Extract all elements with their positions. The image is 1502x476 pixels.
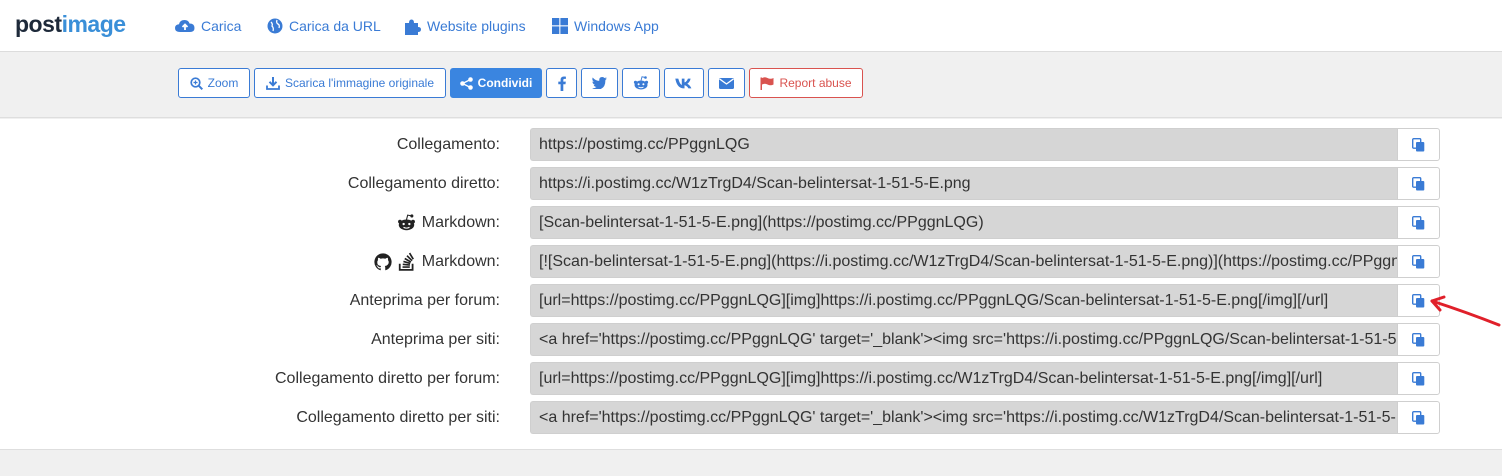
reddit-icon (397, 214, 415, 231)
cloud-upload-icon (175, 20, 195, 32)
copy-button[interactable] (1397, 245, 1440, 278)
link-row-diretto-forum: Collegamento diretto per forum: [url=htt… (0, 362, 1502, 395)
download-original-label: Scarica l'immagine originale (284, 76, 435, 90)
copy-button[interactable] (1397, 401, 1440, 434)
postimage-logo[interactable]: postimage (15, 11, 126, 38)
link-field[interactable]: https://i.postimg.cc/W1zTrgD4/Scan-belin… (530, 167, 1397, 200)
link-row-label: Collegamento diretto: (347, 174, 500, 192)
nav-upload-url[interactable]: Carica da URL (267, 16, 381, 36)
copy-button[interactable] (1397, 167, 1440, 200)
link-row-label: Collegamento: (396, 135, 500, 153)
link-row-label: Anteprima per siti: (371, 330, 500, 348)
zoom-icon (190, 76, 203, 90)
globe-icon (267, 18, 283, 34)
share-button[interactable]: Condividi (450, 68, 542, 98)
envelope-icon (719, 77, 734, 89)
link-field[interactable]: [url=https://postimg.cc/PPggnLQG][img]ht… (530, 284, 1397, 317)
download-icon (266, 77, 280, 90)
github-icon (374, 252, 392, 270)
facebook-icon (557, 76, 566, 91)
copy-icon (1412, 215, 1425, 229)
nav-upload[interactable]: Carica (175, 16, 241, 36)
share-button-label: Condividi (477, 76, 533, 90)
zoom-button-label: Zoom (207, 76, 239, 90)
link-field[interactable]: <a href='https://postimg.cc/PPggnLQG' ta… (530, 401, 1397, 434)
download-original-button[interactable]: Scarica l'immagine originale (254, 68, 446, 98)
flag-icon (760, 76, 774, 90)
link-row-label: Markdown: (397, 206, 500, 239)
link-row-markdown-reddit: Markdown: [Scan-belintersat-1-51-5-E.png… (0, 206, 1502, 239)
link-field[interactable]: <a href='https://postimg.cc/PPggnLQG' ta… (530, 323, 1397, 356)
copy-button[interactable] (1397, 206, 1440, 239)
copy-icon (1412, 371, 1425, 385)
nav-plugins[interactable]: Website plugins (404, 16, 526, 36)
link-field[interactable]: [Scan-belintersat-1-51-5-E.png](https://… (530, 206, 1397, 239)
link-row-label: Markdown: (374, 245, 500, 278)
link-field[interactable]: [url=https://postimg.cc/PPggnLQG][img]ht… (530, 362, 1397, 395)
share-email-button[interactable] (708, 68, 745, 98)
image-toolbar: Zoom Scarica l'immagine originale Condiv… (0, 52, 1502, 118)
share-twitter-button[interactable] (581, 68, 618, 98)
copy-icon (1412, 332, 1425, 346)
nav-upload-url-label: Carica da URL (289, 18, 381, 34)
stackoverflow-icon (398, 252, 414, 271)
link-row-label: Anteprima per forum: (349, 291, 500, 309)
copy-button[interactable] (1397, 128, 1440, 161)
share-reddit-button[interactable] (622, 68, 660, 98)
copy-icon (1412, 410, 1425, 424)
footer-band (0, 451, 1502, 476)
nav-windows-app-label: Windows App (574, 18, 659, 34)
nav-windows-app[interactable]: Windows App (552, 16, 659, 36)
link-row-label: Collegamento diretto per siti: (296, 408, 500, 426)
link-row-anteprima-siti: Anteprima per siti: <a href='https://pos… (0, 323, 1502, 356)
link-field[interactable]: https://postimg.cc/PPggnLQG (530, 128, 1397, 161)
link-row-diretto-siti: Collegamento diretto per siti: <a href='… (0, 401, 1502, 434)
copy-button[interactable] (1397, 362, 1440, 395)
red-arrow-annotation (1430, 295, 1501, 327)
link-row-markdown-github: Markdown: [![Scan-belintersat-1-51-5-E.p… (0, 245, 1502, 278)
link-row-label: Collegamento diretto per forum: (275, 369, 500, 387)
nav-plugins-label: Website plugins (427, 18, 526, 34)
copy-icon (1412, 254, 1425, 268)
vk-icon (675, 78, 692, 88)
report-abuse-button[interactable]: Report abuse (749, 68, 863, 98)
share-icon (459, 76, 473, 90)
link-row-collegamento-diretto: Collegamento diretto: https://i.postimg.… (0, 167, 1502, 200)
link-row-anteprima-forum: Anteprima per forum: [url=https://postim… (0, 284, 1502, 317)
copy-icon (1412, 176, 1425, 190)
top-navbar: postimage Carica Carica da URL Website p… (0, 0, 1502, 52)
link-row-collegamento: Collegamento: https://postimg.cc/PPggnLQ… (0, 128, 1502, 161)
twitter-icon (592, 77, 607, 89)
puzzle-icon (405, 19, 421, 35)
copy-icon (1412, 293, 1425, 307)
nav-upload-label: Carica (201, 18, 242, 34)
windows-icon (552, 18, 568, 34)
zoom-button[interactable]: Zoom (178, 68, 250, 98)
share-links-panel: Collegamento: https://postimg.cc/PPggnLQ… (0, 119, 1502, 450)
share-facebook-button[interactable] (546, 68, 577, 98)
link-field[interactable]: [![Scan-belintersat-1-51-5-E.png](https:… (530, 245, 1397, 278)
report-abuse-label: Report abuse (779, 76, 852, 90)
share-vk-button[interactable] (664, 68, 704, 98)
copy-icon (1412, 137, 1425, 151)
reddit-icon (633, 76, 649, 90)
